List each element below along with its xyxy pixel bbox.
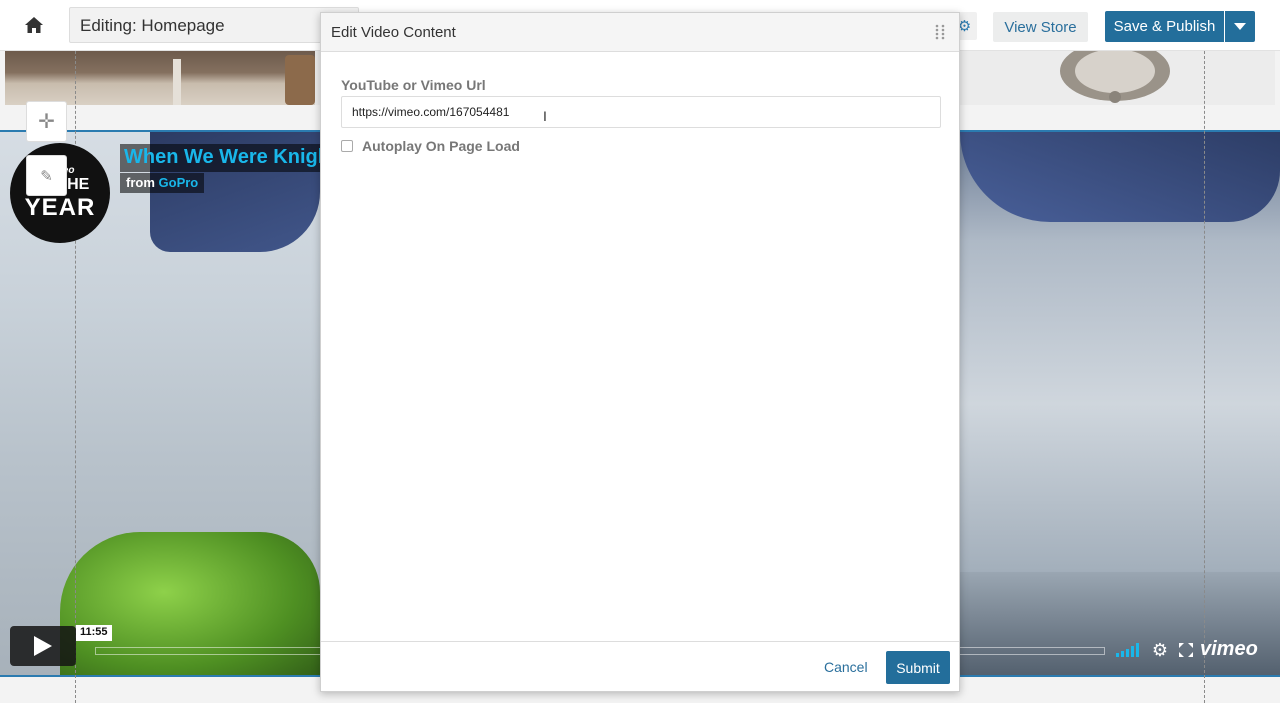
home-button[interactable] [14,10,54,40]
editing-page-label[interactable]: Editing: Homepage [69,7,359,43]
autoplay-option[interactable]: Autoplay On Page Load [341,138,520,154]
play-icon [34,636,52,656]
video-title[interactable]: When We Were Knigl [120,144,320,172]
edit-video-dialog: Edit Video Content YouTube or Vimeo Url … [320,12,960,692]
submit-button[interactable]: Submit [886,651,950,684]
home-icon [25,17,43,33]
dialog-title: Edit Video Content [331,24,456,41]
drag-handle-icon[interactable] [935,24,945,40]
badge-line2: YEAR [24,193,96,221]
column-guide-right [1204,51,1205,703]
ornament-image [1060,51,1170,103]
video-byline: from GoPro [120,173,205,193]
pencil-icon: ✎ [40,167,53,185]
cancel-button[interactable]: Cancel [824,659,868,675]
fullscreen-icon[interactable] [1178,640,1194,660]
vimeo-logo[interactable]: vimeo [1200,638,1258,661]
play-button[interactable] [10,626,76,666]
dialog-footer: Cancel Submit [321,641,959,691]
channel-link[interactable]: GoPro [159,175,199,190]
autoplay-label: Autoplay On Page Load [362,138,520,154]
dialog-header[interactable]: Edit Video Content [321,13,959,52]
save-publish-button[interactable]: Save & Publish [1105,11,1224,42]
view-store-button[interactable]: View Store [993,12,1088,42]
video-timecode: 11:55 [76,625,112,641]
video-url-label: YouTube or Vimeo Url [341,77,486,93]
text-cursor-icon: I [543,108,547,124]
edit-section-button[interactable]: ✎ [26,155,67,196]
plus-icon: ✛ [38,111,55,133]
add-section-button[interactable]: ✛ [26,101,67,142]
publish-options-button[interactable] [1225,11,1255,42]
video-settings-icon[interactable]: ⚙ [1150,640,1170,660]
volume-icon[interactable] [1116,640,1140,660]
caret-down-icon [1234,23,1246,30]
video-url-input[interactable] [341,96,941,128]
autoplay-checkbox[interactable] [341,140,353,152]
byline-prefix: from [126,175,155,190]
furniture-image [5,51,315,105]
